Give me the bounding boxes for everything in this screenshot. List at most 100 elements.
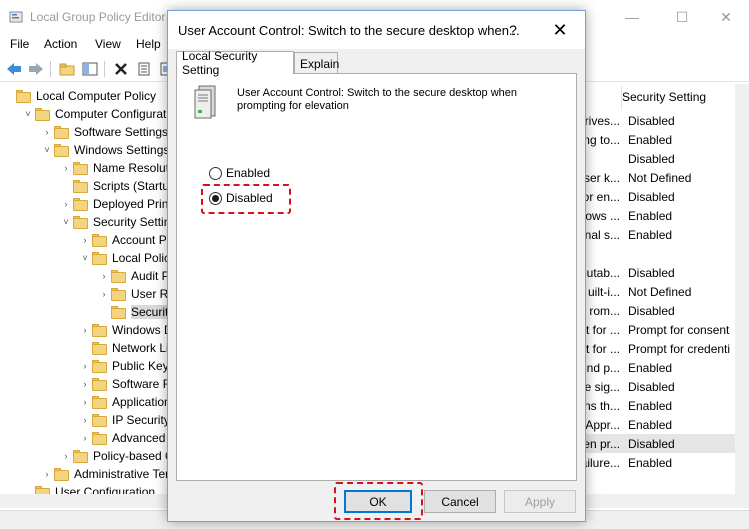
- tree-item[interactable]: › Audit Policy: [97, 267, 169, 285]
- expand-arrow-icon[interactable]: ›: [78, 397, 92, 407]
- menu-help[interactable]: Help: [136, 37, 161, 51]
- tree-item-label: Public Key Policies: [112, 359, 168, 373]
- tree-item[interactable]: › Name Resolution: [59, 159, 169, 177]
- policy-row[interactable]: utab... Disabled: [575, 263, 735, 282]
- up-folder-icon[interactable]: [57, 59, 77, 79]
- menu-file[interactable]: File: [10, 37, 29, 51]
- policy-row[interactable]: rom... Disabled: [575, 301, 735, 320]
- option-enabled[interactable]: Enabled: [209, 166, 270, 180]
- tree-item[interactable]: Security Options: [97, 303, 168, 321]
- expand-arrow-icon[interactable]: ›: [78, 235, 92, 245]
- policy-row[interactable]: drives... Disabled: [575, 111, 735, 130]
- tree-item[interactable]: › Software Restriction: [78, 375, 169, 393]
- tree-item-label: Local Computer Policy: [36, 89, 157, 103]
- tab-explain[interactable]: Explain: [294, 52, 339, 74]
- tree-item[interactable]: User Configuration: [21, 483, 155, 494]
- tree-item[interactable]: › Policy-based QoS: [59, 447, 169, 465]
- folder-icon: [54, 143, 70, 157]
- policy-row[interactable]: ns th... Enabled: [575, 396, 735, 415]
- forward-arrow-icon[interactable]: [26, 59, 46, 79]
- column-header-security-setting[interactable]: Security Setting: [622, 90, 706, 104]
- tree-item-label: Software Restriction: [112, 377, 168, 391]
- expand-arrow-icon[interactable]: ›: [78, 325, 92, 335]
- tree-item-label: Local Policies: [112, 251, 168, 265]
- delete-icon[interactable]: [111, 59, 131, 79]
- tree-item[interactable]: › Application Control: [78, 393, 169, 411]
- policy-row[interactable]: for en... Disabled: [575, 187, 735, 206]
- policy-row[interactable]: Disabled: [575, 149, 735, 168]
- back-arrow-icon[interactable]: [4, 59, 24, 79]
- policy-row[interactable]: ailure... Enabled: [575, 453, 735, 472]
- expand-arrow-icon[interactable]: ˅: [21, 109, 35, 119]
- show-hide-tree-icon[interactable]: [80, 59, 100, 79]
- expand-arrow-icon[interactable]: ›: [78, 415, 92, 425]
- expand-arrow-icon[interactable]: ›: [40, 127, 54, 137]
- policy-value: Enabled: [628, 398, 673, 413]
- vertical-scrollbar[interactable]: [735, 84, 749, 494]
- expand-arrow-icon[interactable]: ›: [97, 271, 111, 281]
- expand-arrow-icon[interactable]: ›: [78, 433, 92, 443]
- expand-arrow-icon[interactable]: ›: [78, 361, 92, 371]
- expand-arrow-icon[interactable]: ˅: [78, 253, 92, 263]
- menu-view[interactable]: View: [95, 37, 121, 51]
- policy-row[interactable]: pt for ... Prompt for credenti: [575, 339, 735, 358]
- expand-arrow-icon[interactable]: ›: [40, 469, 54, 479]
- expand-arrow-icon[interactable]: ›: [78, 379, 92, 389]
- folder-icon: [73, 215, 89, 229]
- tree-item[interactable]: › Public Key Policies: [78, 357, 169, 375]
- properties-icon[interactable]: [134, 59, 154, 79]
- enabled-radio[interactable]: [209, 166, 222, 180]
- expand-arrow-icon[interactable]: ›: [59, 199, 73, 209]
- tree-item[interactable]: › Deployed Printers: [59, 195, 169, 213]
- policy-row[interactable]: nd p... Enabled: [575, 358, 735, 377]
- policy-value: Disabled: [628, 436, 675, 451]
- policy-row[interactable]: rt for ... Prompt for consent: [575, 320, 735, 339]
- policy-row[interactable]: nal s... Enabled: [575, 225, 735, 244]
- help-icon[interactable]: ?: [498, 19, 528, 41]
- folder-icon: [54, 467, 70, 481]
- policy-row[interactable]: ser k... Not Defined: [575, 168, 735, 187]
- apply-button[interactable]: Apply: [504, 490, 576, 513]
- dialog-close-icon[interactable]: ✕: [540, 15, 580, 45]
- tree-item-label: User Configuration: [55, 485, 156, 494]
- policy-row[interactable]: e sig... Disabled: [575, 377, 735, 396]
- tree-item[interactable]: ˅ Computer Configuration: [21, 105, 168, 123]
- tree-item[interactable]: Scripts (Startup/: [59, 177, 168, 195]
- tree-item[interactable]: › Administrative Templates: [40, 465, 169, 483]
- folder-icon: [35, 485, 51, 494]
- expand-arrow-icon[interactable]: ˅: [40, 145, 54, 155]
- tree-item[interactable]: › Software Settings: [40, 123, 169, 141]
- close-icon[interactable]: ✕: [703, 0, 749, 34]
- tree-item[interactable]: ˅ Security Settings: [59, 213, 168, 231]
- policy-row[interactable]: ring to... Enabled: [575, 130, 735, 149]
- minimize-icon[interactable]: —: [609, 0, 655, 34]
- policy-row[interactable]: [575, 244, 735, 263]
- tree-item[interactable]: ˅ Local Policies: [78, 249, 168, 267]
- tree-item[interactable]: Network List: [78, 339, 168, 357]
- tree-item-label: Administrative Templates: [74, 467, 168, 481]
- tree-item[interactable]: › Advanced Audit: [78, 429, 169, 447]
- expand-arrow-icon[interactable]: ›: [97, 289, 111, 299]
- cancel-button[interactable]: Cancel: [424, 490, 496, 513]
- policy-row[interactable]: ows ... Enabled: [575, 206, 735, 225]
- maximize-icon[interactable]: ☐: [659, 0, 705, 34]
- policy-row[interactable]: en pr... Disabled: [575, 434, 735, 453]
- tab-local-security-setting[interactable]: Local Security Setting: [176, 49, 294, 77]
- policy-row[interactable]: Appr... Enabled: [575, 415, 735, 434]
- folder-icon: [92, 431, 108, 445]
- folder-icon: [92, 323, 108, 337]
- tree-item-label: Windows Defender: [112, 323, 168, 337]
- tree-item[interactable]: › Account Policies: [78, 231, 169, 249]
- expand-arrow-icon[interactable]: ˅: [59, 217, 73, 227]
- tree-item[interactable]: › User Rights: [97, 285, 169, 303]
- tree-item[interactable]: Local Computer Policy: [2, 87, 156, 105]
- menu-action[interactable]: Action: [44, 37, 77, 51]
- tree-item[interactable]: › IP Security Policies: [78, 411, 169, 429]
- tree-item[interactable]: ˅ Windows Settings: [40, 141, 168, 159]
- expand-arrow-icon[interactable]: ›: [59, 163, 73, 173]
- folder-icon: [111, 305, 127, 319]
- expand-arrow-icon[interactable]: ›: [59, 451, 73, 461]
- tree-item[interactable]: › Windows Defender: [78, 321, 169, 339]
- policy-row[interactable]: uilt-i... Not Defined: [575, 282, 735, 301]
- folder-icon: [35, 107, 51, 121]
